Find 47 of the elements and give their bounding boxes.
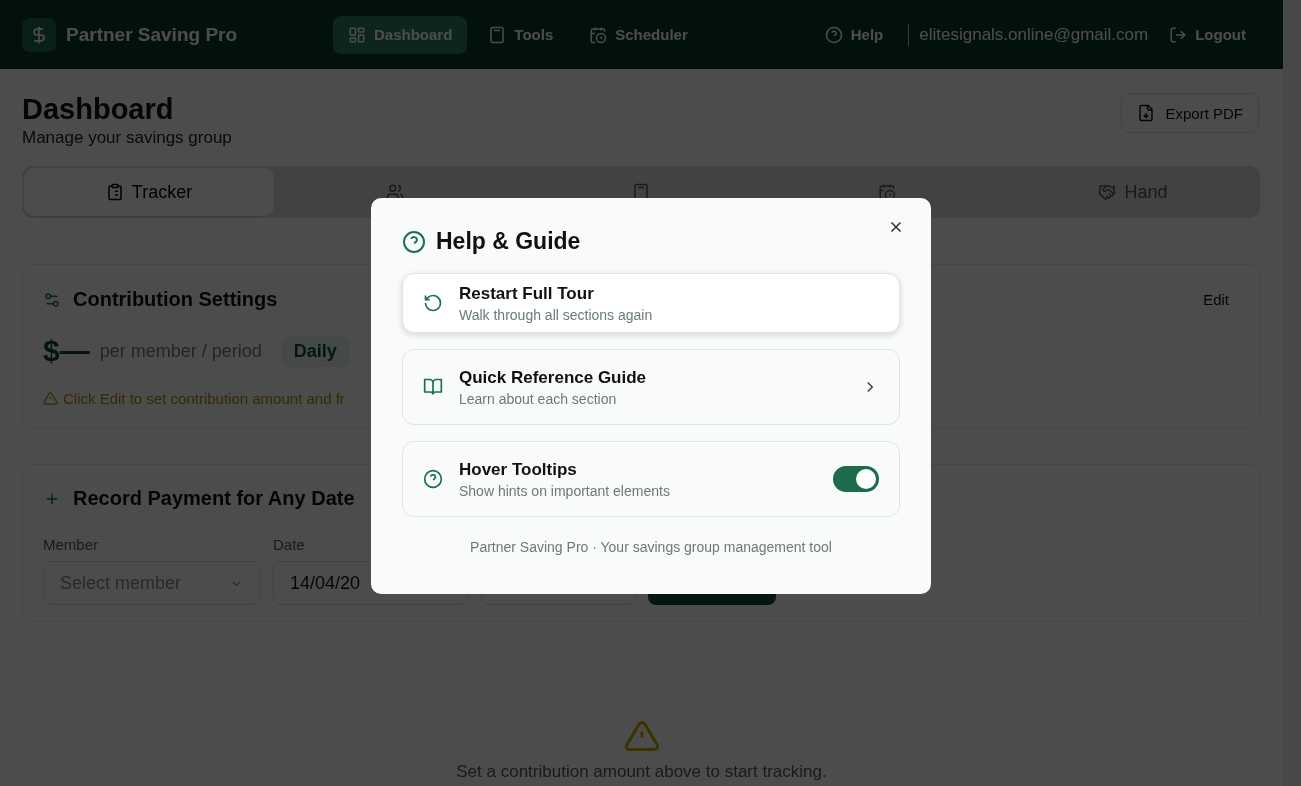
option-title: Hover Tooltips <box>459 459 578 480</box>
option-description: Learn about each section <box>459 390 618 407</box>
edit-button[interactable]: Edit <box>1193 287 1239 312</box>
card-title: Record Payment for Any Date <box>73 487 355 510</box>
export-pdf-button[interactable]: Export PDF <box>1121 93 1259 133</box>
warning-text: Click Edit to set contribution amount and fr <box>63 390 345 407</box>
grid-icon <box>348 25 366 44</box>
calculator-icon <box>488 25 507 44</box>
card-title: Contribution Settings <box>73 288 278 311</box>
logout-icon <box>1169 25 1188 44</box>
calendar-clock-icon <box>878 183 896 201</box>
help-option[interactable]: Restart Full Tour Walk through all sections again <box>402 273 900 333</box>
warning-icon <box>623 718 660 754</box>
clipboard-icon <box>105 183 124 201</box>
warning-icon <box>43 391 58 406</box>
help-icon <box>824 25 843 44</box>
calendar-clock-icon <box>589 25 608 44</box>
help-link[interactable]: Help <box>809 15 899 54</box>
dialog-footer-text: Partner Saving Pro · Your savings group management tool <box>469 539 833 555</box>
nav-link[interactable]: Scheduler <box>574 15 703 54</box>
option-description: Show hints on important elements <box>459 482 671 499</box>
sliders-icon <box>43 290 61 309</box>
logout-button[interactable]: Logout <box>1154 15 1261 54</box>
option-title: Quick Reference Guide <box>459 367 648 388</box>
scrollbar[interactable] <box>1283 0 1301 786</box>
toggle-switch[interactable] <box>833 466 879 492</box>
book-icon <box>423 377 443 397</box>
page-title: Dashboard <box>22 93 175 126</box>
handshake-icon <box>1098 183 1117 201</box>
amount-value: $— <box>43 334 90 368</box>
user-email: elitesignals.online@gmail.com <box>919 24 1149 45</box>
users-icon <box>386 183 404 201</box>
nav-link[interactable]: Tools <box>473 15 569 54</box>
help-option[interactable]: Quick Reference Guide Learn about each section <box>402 349 900 425</box>
option-description: Walk through all sections again <box>459 306 654 323</box>
dollar-logo-icon <box>22 17 56 52</box>
help-icon <box>423 469 443 489</box>
help-icon <box>402 229 426 254</box>
dialog-title: Help & Guide <box>436 228 581 255</box>
app-name: Partner Saving Pro <box>66 23 238 46</box>
restart-icon <box>423 293 443 313</box>
option-title: Restart Full Tour <box>459 283 595 304</box>
file-download-icon <box>1137 104 1156 122</box>
tab[interactable]: Tracker <box>26 170 272 214</box>
help-option[interactable]: Hover Tooltips Show hints on important elements <box>402 441 900 517</box>
frequency-badge: Daily <box>281 335 349 367</box>
page-subtitle: Manage your savings group <box>22 128 232 148</box>
